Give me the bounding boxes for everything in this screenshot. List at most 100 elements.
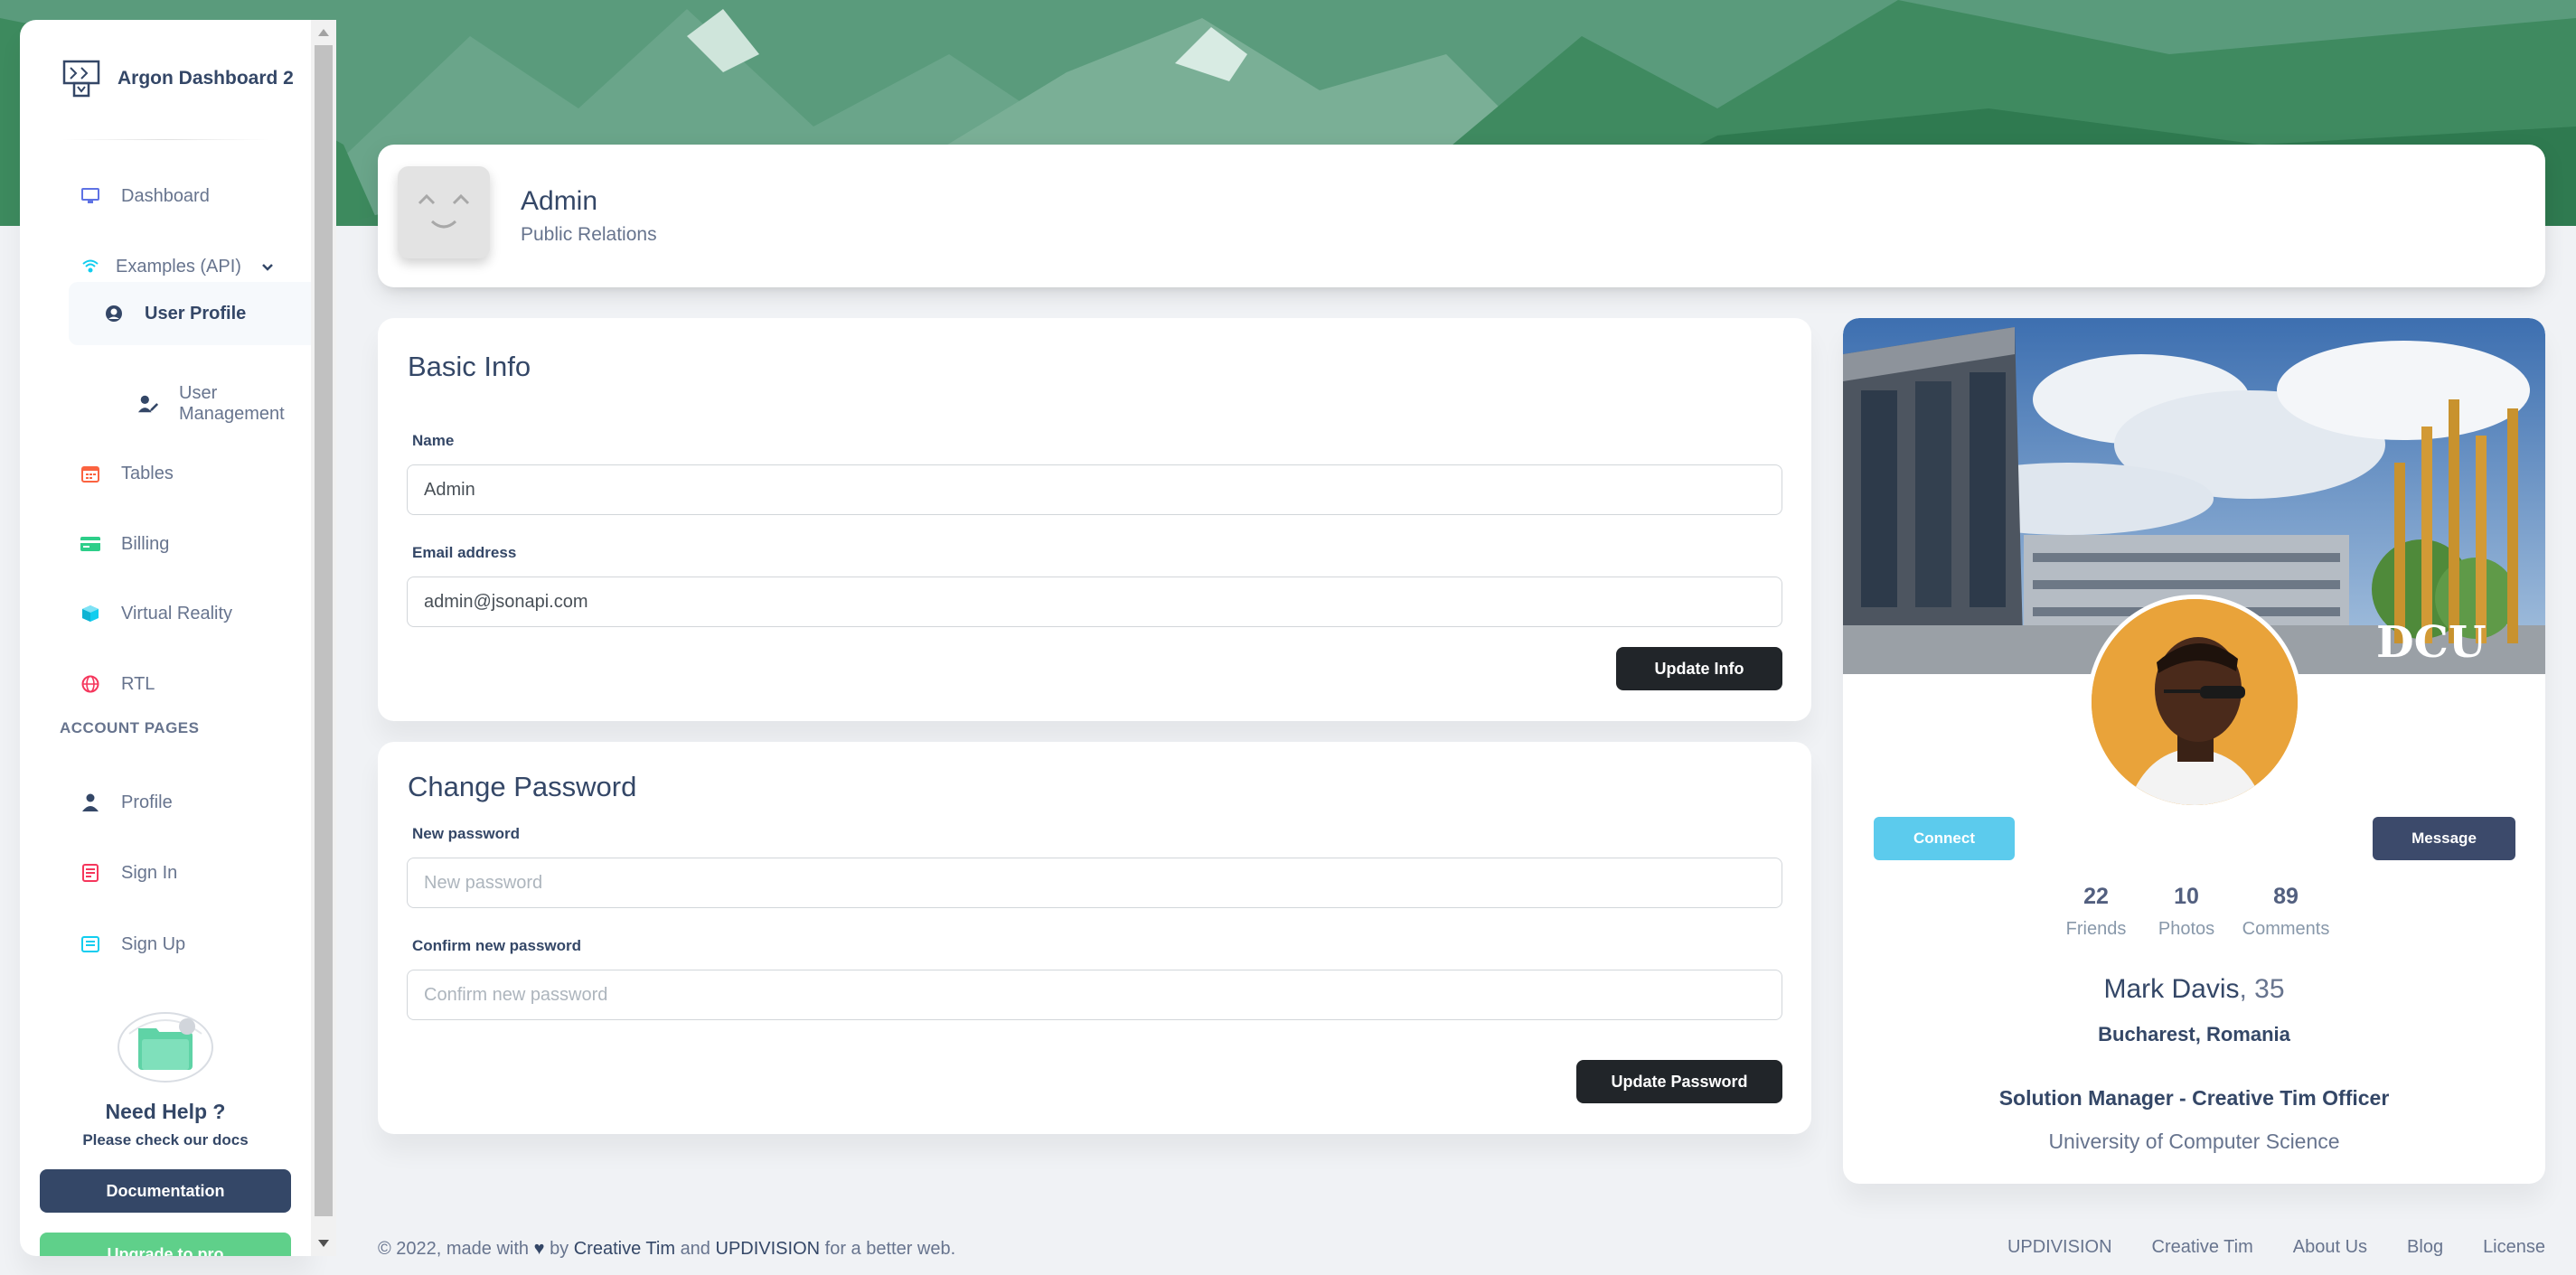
sidebar-item-label: Profile [121, 792, 173, 812]
connect-button[interactable]: Connect [1874, 817, 2015, 860]
footer-link-updivision[interactable]: UPDIVISION [716, 1239, 821, 1259]
stat-value: 10 [2174, 884, 2199, 909]
brand-link[interactable]: Argon Dashboard 2 [61, 38, 294, 119]
header-user-role: Public Relations [521, 224, 657, 245]
new-password-label: New password [412, 825, 521, 842]
stat-value: 22 [2083, 884, 2109, 909]
globe-icon [80, 673, 101, 695]
profile-header-card: Admin Public Relations [378, 145, 2545, 287]
sidebar-item-rtl[interactable]: RTL [60, 652, 311, 716]
sidebar-item-sign-in[interactable]: Sign In [60, 841, 311, 905]
stat-comments: 89 Comments [2232, 884, 2340, 940]
document-icon [80, 862, 101, 884]
footer-suffix: for a better web. [824, 1239, 956, 1259]
message-button[interactable]: Message [2373, 817, 2515, 860]
footer-prefix: © 2022, made with [378, 1239, 530, 1259]
footer-copyright: © 2022, made with ♥ by Creative Tim and … [378, 1239, 955, 1260]
stat-label: Photos [2158, 919, 2215, 939]
confirm-password-input[interactable]: Confirm new password [407, 970, 1782, 1020]
person-name: Mark Davis, 35 [1843, 974, 2545, 1005]
smiley-avatar-icon [418, 193, 470, 229]
header-user-name: Admin [521, 186, 598, 216]
change-password-card: Change Password New password New passwor… [378, 742, 1811, 1134]
sidebar-item-dashboard[interactable]: Dashboard [60, 164, 311, 228]
cover-text: DCU [2376, 617, 2487, 668]
upgrade-to-pro-button[interactable]: Upgrade to pro [40, 1233, 291, 1256]
argon-logo-icon [62, 60, 100, 98]
brand-divider [61, 139, 269, 140]
basic-info-card: Basic Info Name Admin Email address admi… [378, 318, 1811, 721]
sidebar-item-label: Dashboard [121, 185, 210, 206]
scrollbar-thumb[interactable] [315, 45, 333, 1216]
update-password-button[interactable]: Update Password [1576, 1060, 1782, 1103]
stat-label: Comments [2242, 919, 2330, 939]
person-name-text: Mark Davis [2103, 974, 2240, 1004]
sidebar-item-user-profile[interactable]: User Profile [69, 282, 311, 345]
profile-card: DCU Connect Message 22 Friends 10 Photos… [1843, 318, 2545, 1184]
sidebar-item-label: Examples (API) [116, 256, 241, 277]
sidebar-item-virtual-reality[interactable]: Virtual Reality [60, 582, 311, 645]
sidebar-item-label: Sign Up [121, 933, 186, 954]
person-job: Solution Manager - Creative Tim Officer [1998, 1086, 2390, 1110]
footer-link[interactable]: Blog [2407, 1237, 2443, 1258]
name-label: Name [412, 432, 455, 449]
documentation-button[interactable]: Documentation [40, 1169, 291, 1213]
footer-link[interactable]: UPDIVISION [2007, 1237, 2112, 1258]
sidebar-scrollbar[interactable] [311, 20, 336, 1256]
sidebar-item-label: Tables [121, 463, 174, 483]
scroll-down-arrow-icon[interactable] [318, 1240, 329, 1247]
stat-friends: 22 Friends [2051, 884, 2141, 940]
sidebar-item-profile[interactable]: Profile [60, 771, 311, 834]
folder-illustration-icon [118, 1012, 213, 1083]
scroll-up-arrow-icon[interactable] [318, 29, 329, 36]
confirm-password-label: Confirm new password [412, 937, 582, 954]
chevron-down-icon [261, 257, 274, 277]
brand-title: Argon Dashboard 2 [118, 68, 294, 89]
credit-card-icon [80, 533, 101, 555]
new-password-input[interactable]: New password [407, 858, 1782, 908]
change-password-title: Change Password [408, 771, 637, 802]
sidebar-item-label: User Profile [145, 303, 247, 323]
sidebar-item-billing[interactable]: Billing [60, 512, 311, 576]
profile-avatar [2087, 595, 2302, 810]
email-label: Email address [412, 544, 517, 561]
calendar-icon [80, 463, 101, 484]
help-title: Need Help ? [105, 1100, 226, 1123]
sidebar-item-label: User Management [179, 383, 285, 424]
sidebar-item-user-management[interactable]: User Management [60, 372, 311, 436]
sidebar-item-sign-up[interactable]: Sign Up [60, 913, 311, 976]
footer-link[interactable]: About Us [2293, 1237, 2367, 1258]
sidebar-item-label: Virtual Reality [121, 603, 233, 623]
person-location: Bucharest, Romania [2098, 1023, 2290, 1045]
person-age: , 35 [2239, 974, 2285, 1004]
heart-icon: ♥ [533, 1239, 545, 1259]
name-input[interactable]: Admin [407, 464, 1782, 515]
footer-link-creative-tim[interactable]: Creative Tim [574, 1239, 675, 1259]
sidebar-item-label: RTL [121, 673, 155, 694]
help-box: Need Help ? Please check our docs [20, 1007, 311, 1149]
collection-icon [80, 933, 101, 955]
email-input[interactable]: admin@jsonapi.com [407, 577, 1782, 627]
sidebar-item-label: Billing [121, 533, 170, 554]
footer-link[interactable]: License [2483, 1237, 2545, 1258]
stat-value: 89 [2273, 884, 2299, 909]
cube-icon [80, 603, 101, 624]
stat-photos: 10 Photos [2141, 884, 2232, 940]
update-info-button[interactable]: Update Info [1616, 647, 1782, 690]
sidebar-item-label: Sign In [121, 862, 178, 883]
section-title-account-pages: ACCOUNT PAGES [60, 719, 200, 736]
footer-and: and [680, 1239, 710, 1259]
stat-label: Friends [2065, 919, 2127, 939]
footer-link[interactable]: Creative Tim [2152, 1237, 2253, 1258]
basic-info-title: Basic Info [408, 351, 531, 382]
avatar [398, 166, 490, 258]
footer-by: by [550, 1239, 569, 1259]
person-school: University of Computer Science [2048, 1130, 2340, 1153]
sidebar: Argon Dashboard 2 Dashboard Examples (AP… [20, 20, 311, 1256]
sidebar-item-tables[interactable]: Tables [60, 442, 311, 505]
wifi-icon [80, 256, 101, 277]
user-circle-icon [103, 303, 125, 324]
footer-links: UPDIVISION Creative Tim About Us Blog Li… [1968, 1237, 2545, 1258]
user-edit-icon [137, 393, 159, 415]
help-subtitle: Please check our docs [82, 1131, 249, 1148]
